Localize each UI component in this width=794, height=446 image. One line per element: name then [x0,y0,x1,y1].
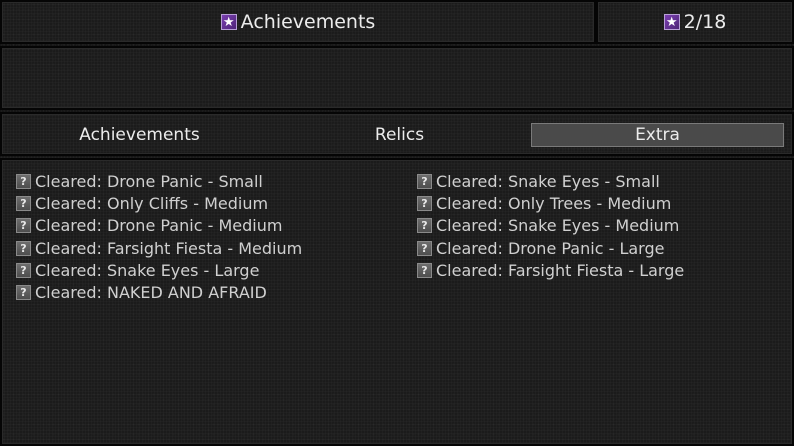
list-item[interactable]: ? Cleared: Snake Eyes - Small [417,170,684,192]
list-item[interactable]: ? Cleared: Only Cliffs - Medium [16,192,302,214]
list-item[interactable]: ? Cleared: Drone Panic - Small [16,170,302,192]
list-item-label: Cleared: Snake Eyes - Large [35,260,260,280]
list-item-label: Cleared: Farsight Fiesta - Large [436,260,685,280]
locked-question-icon: ? [417,240,432,256]
locked-question-icon: ? [16,195,31,211]
locked-question-icon: ? [417,262,432,278]
list-item[interactable]: ? Cleared: NAKED AND AFRAID [16,281,302,303]
list-item-label: Cleared: Drone Panic - Medium [35,216,283,236]
description-panel [0,46,794,110]
list-item-label: Cleared: Drone Panic - Large [436,238,665,258]
tab-extra-label: Extra [635,125,680,145]
list-item[interactable]: ? Cleared: Farsight Fiesta - Medium [16,237,302,259]
title-bar: ★ Achievements [0,0,596,44]
achievement-column-right: ? Cleared: Snake Eyes - Small ? Cleared:… [417,170,684,281]
achievement-counter: ★ 2/18 [596,0,794,44]
tab-bar: Achievements Relics Extra [0,112,794,156]
list-item[interactable]: ? Cleared: Farsight Fiesta - Large [417,259,684,281]
locked-question-icon: ? [417,195,432,211]
list-item-label: Cleared: Only Trees - Medium [436,193,672,213]
list-item-label: Cleared: Drone Panic - Small [35,171,263,191]
list-item-label: Cleared: NAKED AND AFRAID [35,283,267,303]
counter-value: 2/18 [683,11,727,33]
tab-relics[interactable]: Relics [272,123,527,147]
tab-relics-label: Relics [374,125,425,145]
achievement-list: ? Cleared: Drone Panic - Small ? Cleared… [0,158,794,446]
tab-achievements-label: Achievements [79,125,200,145]
page-title: ★ Achievements [220,11,376,33]
star-icon: ★ [663,14,680,30]
list-item-label: Cleared: Snake Eyes - Medium [436,216,680,236]
list-item[interactable]: ? Cleared: Only Trees - Medium [417,192,684,214]
page-title-label: Achievements [240,11,376,33]
list-item[interactable]: ? Cleared: Drone Panic - Large [417,237,684,259]
list-item-label: Cleared: Only Cliffs - Medium [35,193,269,213]
locked-question-icon: ? [16,240,31,256]
locked-question-icon: ? [16,262,31,278]
list-item[interactable]: ? Cleared: Snake Eyes - Large [16,259,302,281]
star-icon: ★ [220,14,237,30]
locked-question-icon: ? [16,285,31,301]
tab-extra[interactable]: Extra [531,123,784,147]
locked-question-icon: ? [417,218,432,234]
achievements-screen: ★ Achievements ★ 2/18 Achievements Relic… [0,0,794,446]
locked-question-icon: ? [417,173,432,189]
locked-question-icon: ? [16,218,31,234]
counter-display: ★ 2/18 [663,11,727,33]
list-item[interactable]: ? Cleared: Snake Eyes - Medium [417,215,684,237]
locked-question-icon: ? [16,173,31,189]
list-item-label: Cleared: Snake Eyes - Small [436,171,660,191]
achievement-column-left: ? Cleared: Drone Panic - Small ? Cleared… [16,170,302,304]
list-item[interactable]: ? Cleared: Drone Panic - Medium [16,215,302,237]
list-item-label: Cleared: Farsight Fiesta - Medium [35,238,303,258]
tab-achievements[interactable]: Achievements [12,123,267,147]
